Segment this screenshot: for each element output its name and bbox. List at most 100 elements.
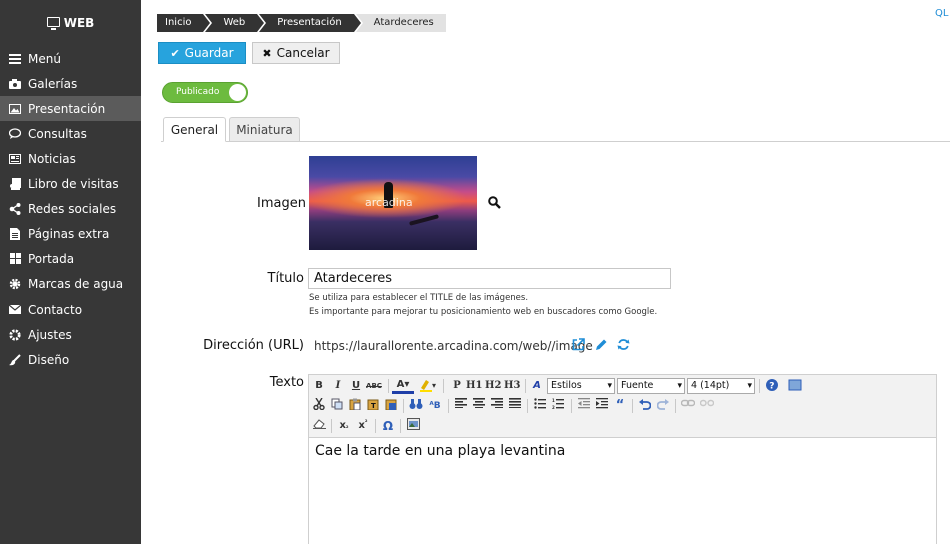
align-left-icon[interactable]: [453, 398, 469, 414]
insert-image-icon[interactable]: [405, 418, 421, 434]
sidebar-item-portada[interactable]: Portada: [0, 246, 141, 271]
sidebar-item-ajustes[interactable]: Ajustes: [0, 322, 141, 347]
special-character-icon[interactable]: Ω: [380, 418, 396, 434]
align-center-icon[interactable]: [471, 398, 487, 414]
toolbar-separator: [443, 379, 444, 393]
paste-text-icon[interactable]: T: [365, 398, 381, 414]
sidebar-item-marcas-de-agua[interactable]: Marcas de agua: [0, 271, 141, 296]
quick-link[interactable]: QL: [935, 8, 948, 19]
chat-icon: [9, 128, 21, 140]
save-button[interactable]: ✔ Guardar: [158, 42, 246, 64]
sidebar-item-menu[interactable]: Menú: [0, 46, 141, 71]
styles-icon: A: [533, 380, 541, 391]
published-toggle[interactable]: Publicado: [162, 82, 248, 103]
outdent-icon[interactable]: [576, 398, 592, 414]
toolbar-separator: [675, 399, 676, 413]
published-toggle-label: Publicado: [176, 87, 220, 97]
blockquote-icon[interactable]: “: [612, 398, 628, 414]
heading-2-button[interactable]: H2: [485, 378, 501, 394]
breadcrumb-item-current: Atardeceres: [355, 14, 446, 32]
underline-button[interactable]: U: [348, 378, 364, 394]
driftwood: [408, 214, 440, 226]
breadcrumb-item-web[interactable]: Web: [205, 14, 267, 32]
superscript-button[interactable]: x²: [355, 418, 371, 434]
font-size-select[interactable]: 4 (14pt): [687, 378, 755, 394]
sidebar-item-redes-sociales[interactable]: Redes sociales: [0, 196, 141, 221]
styles-select[interactable]: Estilos: [547, 378, 615, 394]
svg-text:2: 2: [552, 405, 555, 409]
title-label: Título: [267, 271, 304, 286]
sidebar: WEB Menú Galerías Presentación Consultas…: [0, 0, 141, 544]
sidebar-item-paginas-extra[interactable]: Páginas extra: [0, 221, 141, 246]
toolbar-separator: [331, 419, 332, 433]
book-icon: [9, 177, 21, 190]
paragraph-button[interactable]: P: [449, 378, 465, 394]
sidebar-item-galerias[interactable]: Galerías: [0, 71, 141, 96]
tab-miniatura[interactable]: Miniatura: [229, 117, 300, 142]
cog-icon: [9, 328, 21, 341]
title-input[interactable]: [308, 268, 671, 289]
url-label: Dirección (URL): [203, 338, 304, 353]
sidebar-item-label: Libro de visitas: [28, 176, 119, 191]
font-select[interactable]: Fuente: [617, 378, 685, 394]
sidebar-item-contacto[interactable]: Contacto: [0, 297, 141, 322]
indent-icon[interactable]: [594, 398, 610, 414]
sidebar-item-label: Portada: [28, 251, 75, 266]
gear-icon: [9, 278, 21, 290]
svg-text:▾: ▾: [432, 381, 436, 390]
replace-icon[interactable]: ᴬB: [427, 398, 443, 414]
breadcrumb-item-presentacion[interactable]: Presentación: [259, 14, 364, 32]
tab-general[interactable]: General: [163, 117, 226, 142]
refresh-icon[interactable]: [617, 338, 630, 351]
find-icon[interactable]: [408, 398, 424, 414]
undo-icon[interactable]: [637, 398, 653, 414]
sidebar-item-consultas[interactable]: Consultas: [0, 121, 141, 146]
save-button-label: Guardar: [184, 46, 234, 60]
bold-button[interactable]: B: [311, 378, 327, 394]
eraser-icon[interactable]: [311, 418, 327, 434]
fullscreen-icon[interactable]: [787, 378, 803, 394]
unlink-icon[interactable]: [699, 398, 715, 414]
toolbar-separator: [525, 379, 526, 393]
brush-icon: [9, 353, 21, 366]
search-icon[interactable]: [488, 196, 501, 209]
toolbar-separator: [375, 419, 376, 433]
copy-icon[interactable]: [329, 398, 345, 414]
help-icon[interactable]: ?: [764, 378, 780, 394]
italic-button[interactable]: I: [330, 378, 346, 394]
cancel-button[interactable]: ✖ Cancelar: [252, 42, 340, 64]
image-preview[interactable]: arcadina: [309, 156, 477, 250]
sidebar-item-diseno[interactable]: Diseño: [0, 347, 141, 372]
title-help-1: Se utiliza para establecer el TITLE de l…: [309, 293, 529, 303]
toolbar-separator: [400, 419, 401, 433]
sidebar-item-presentacion[interactable]: Presentación: [0, 96, 141, 121]
subscript-button[interactable]: x₂: [336, 418, 352, 434]
paste-word-icon[interactable]: [383, 398, 399, 414]
heading-3-button[interactable]: H3: [504, 378, 520, 394]
redo-icon[interactable]: [655, 398, 671, 414]
strikethrough-button[interactable]: ABC: [366, 378, 382, 394]
toolbar-separator: [448, 399, 449, 413]
sidebar-item-label: Presentación: [28, 101, 106, 116]
sidebar-item-noticias[interactable]: Noticias: [0, 146, 141, 171]
numbered-list-icon[interactable]: 12: [550, 398, 566, 414]
align-right-icon[interactable]: [489, 398, 505, 414]
justify-icon[interactable]: [507, 398, 523, 414]
envelope-icon: [9, 304, 21, 316]
pencil-icon[interactable]: [595, 338, 608, 351]
heading-1-button[interactable]: H1: [466, 378, 482, 394]
cancel-button-label: Cancelar: [276, 46, 330, 60]
sidebar-item-label: Contacto: [28, 302, 83, 317]
external-link-icon[interactable]: [572, 338, 585, 351]
bullet-list-icon[interactable]: [532, 398, 548, 414]
svg-text:?: ?: [769, 382, 774, 392]
cut-icon[interactable]: [311, 397, 327, 414]
sidebar-item-label: Marcas de agua: [28, 276, 124, 291]
link-icon[interactable]: [680, 398, 696, 414]
editor-content[interactable]: Cae la tarde en una playa levantina: [315, 443, 565, 459]
paste-icon[interactable]: [347, 398, 363, 414]
breadcrumb-item-inicio[interactable]: Inicio: [157, 14, 214, 32]
highlight-icon[interactable]: ▾: [417, 378, 439, 394]
sidebar-item-libro-de-visitas[interactable]: Libro de visitas: [0, 171, 141, 196]
font-color-button[interactable]: A▾: [392, 378, 414, 394]
